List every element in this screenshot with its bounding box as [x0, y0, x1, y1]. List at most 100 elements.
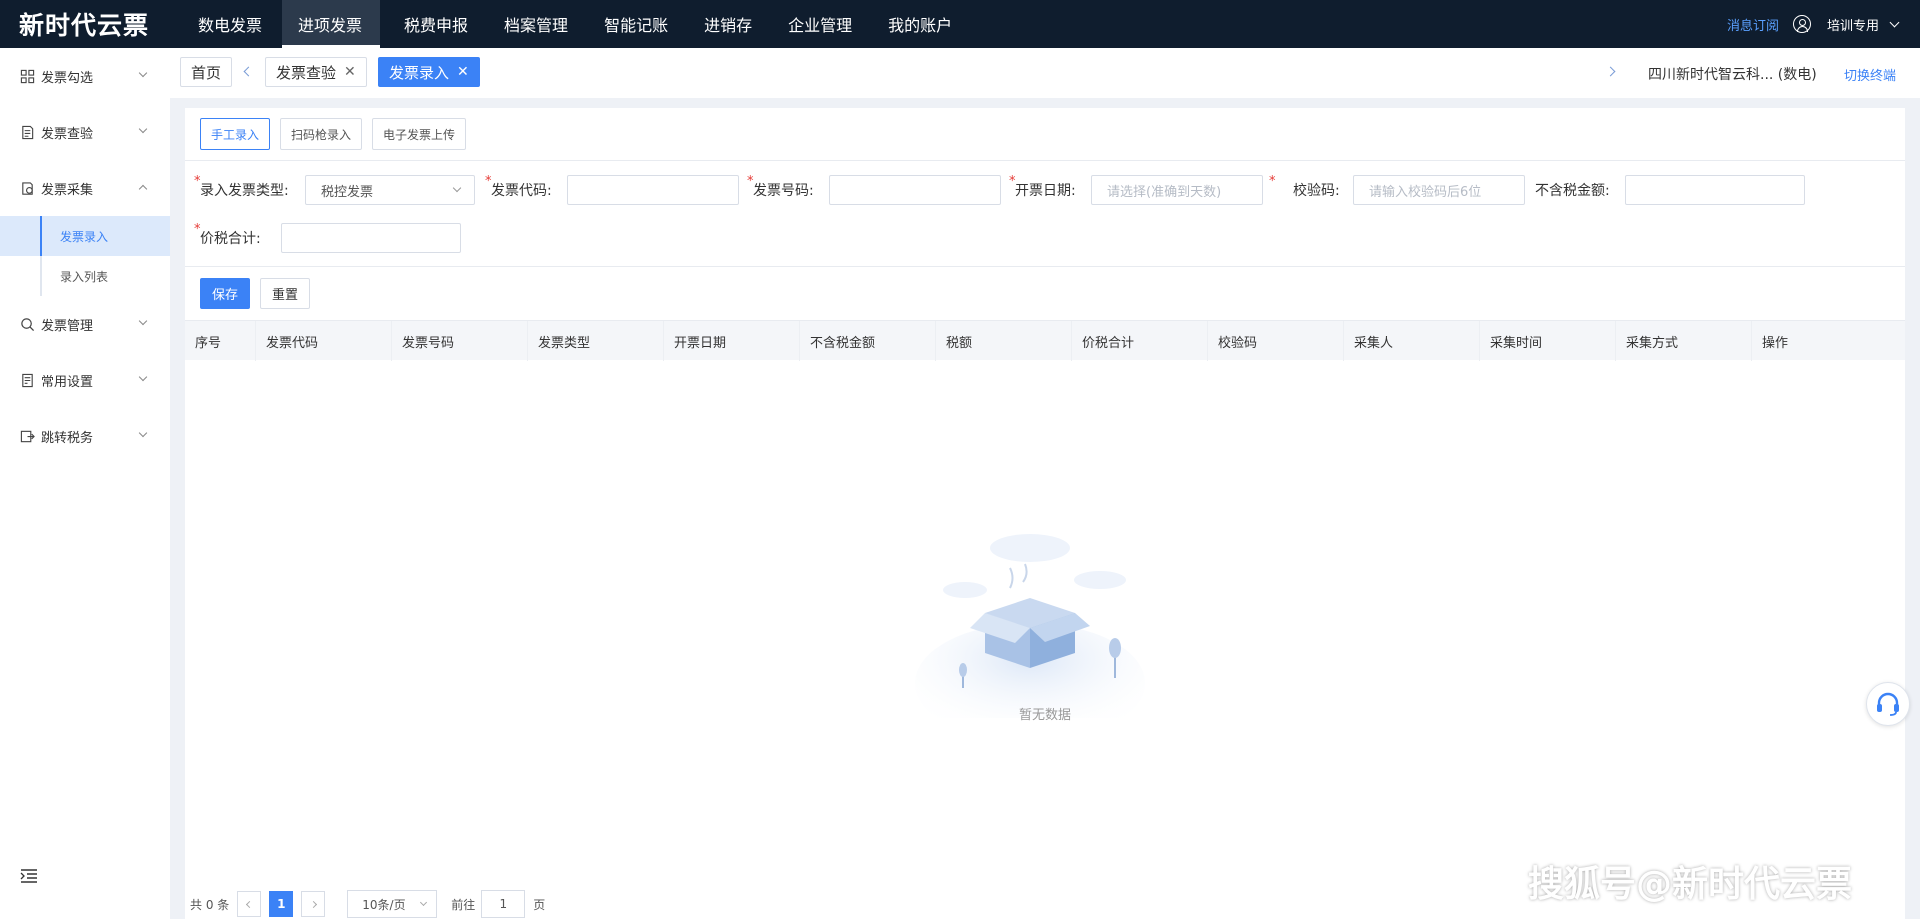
- sidebar-item-label: 发票采集: [41, 182, 94, 198]
- switch-terminal-link[interactable]: 切换终端: [1844, 65, 1896, 84]
- e-invoice-upload-button[interactable]: 电子发票上传: [372, 118, 467, 150]
- scanner-entry-button[interactable]: 扫码枪录入: [280, 118, 363, 150]
- chevron-down-icon[interactable]: [1889, 17, 1900, 27]
- tabs-bar: 首页 发票查验 ✕ 发票录入 ✕ 四川新时代智云科... (数电) 切换终端: [170, 48, 1920, 98]
- collapse-menu-icon[interactable]: [20, 869, 38, 883]
- chevron-down-icon: [138, 316, 148, 326]
- sidebar: 发票勾选 发票查验 发票采集 发票录入 录入列表 发票管理 常用设置 跳转税务: [0, 48, 170, 919]
- document-check-icon: [22, 125, 34, 139]
- col-header-actions: 操作: [1751, 321, 1905, 361]
- manual-entry-button[interactable]: 手工录入: [200, 118, 271, 150]
- goto-suffix: 页: [533, 897, 546, 912]
- nav-my-account[interactable]: 我的账户: [876, 0, 964, 48]
- prev-page-button[interactable]: [237, 891, 262, 917]
- empty-state-text: 暂无数据: [1018, 708, 1071, 723]
- user-name[interactable]: 培训专用: [1827, 15, 1879, 34]
- check-code-input[interactable]: 请输入校验码后6位: [1353, 175, 1525, 205]
- chevron-down-icon: [138, 68, 148, 78]
- col-header-date: 开票日期: [663, 321, 799, 361]
- col-header-number: 发票号码: [391, 321, 527, 361]
- tab-label: 发票录入: [389, 63, 450, 82]
- chevron-up-icon: [138, 184, 148, 194]
- tab-scroll-right-icon[interactable]: [1605, 66, 1616, 77]
- col-header-collect-method: 采集方式: [1615, 321, 1751, 361]
- invoice-code-input[interactable]: [567, 175, 739, 205]
- table-header: 序号 发票代码 发票号码 发票类型 开票日期 不含税金额 税额 价税合计 校验码…: [185, 320, 1905, 361]
- sidebar-item-common-settings[interactable]: 常用设置: [0, 352, 170, 408]
- sidebar-subitem-invoice-entry[interactable]: 发票录入: [0, 216, 170, 256]
- col-header-collector: 采集人: [1343, 321, 1479, 361]
- chevron-left-icon: [245, 900, 253, 908]
- col-header-tax: 税额: [935, 321, 1071, 361]
- invoice-number-input[interactable]: [829, 175, 1001, 205]
- close-icon[interactable]: ✕: [344, 64, 356, 80]
- sidebar-item-label: 发票查验: [41, 126, 94, 142]
- invoice-date-label: * 开票日期:: [1009, 174, 1076, 199]
- sidebar-item-invoice-verify[interactable]: 发票查验: [0, 104, 170, 160]
- next-page-button[interactable]: [301, 891, 326, 917]
- tab-invoice-entry[interactable]: 发票录入 ✕: [378, 57, 480, 87]
- chevron-down-icon: [452, 183, 462, 193]
- goto-page-input[interactable]: 1: [481, 890, 526, 918]
- chevron-down-icon: [138, 372, 148, 382]
- col-header-collect-time: 采集时间: [1479, 321, 1615, 361]
- total-amount-input[interactable]: [281, 223, 461, 253]
- empty-box-illustration: [915, 534, 1145, 718]
- sidebar-item-invoice-manage[interactable]: 发票管理: [0, 296, 170, 352]
- tab-label: 发票查验: [276, 63, 337, 82]
- tab-invoice-verify[interactable]: 发票查验 ✕: [265, 57, 367, 87]
- close-icon[interactable]: ✕: [457, 64, 469, 80]
- total-amount-label: * 价税合计:: [194, 222, 261, 247]
- nav-enterprise[interactable]: 企业管理: [776, 0, 864, 48]
- col-header-amount: 不含税金额: [799, 321, 935, 361]
- message-subscribe-link[interactable]: 消息订阅: [1727, 15, 1779, 34]
- nav-digital-invoice[interactable]: 数电发票: [186, 0, 274, 48]
- page-number-button[interactable]: 1: [269, 891, 294, 917]
- amount-excl-tax-label: 不含税金额:: [1535, 183, 1610, 199]
- save-button[interactable]: 保存: [200, 278, 250, 309]
- total-count: 共 0 条: [190, 897, 230, 912]
- sidebar-item-label: 常用设置: [41, 374, 94, 390]
- collect-icon: [22, 181, 33, 195]
- sidebar-item-jump-tax[interactable]: 跳转税务: [0, 408, 170, 464]
- col-header-code: 发票代码: [255, 321, 391, 361]
- invoice-number-label: * 发票号码:: [747, 174, 814, 199]
- nav-input-invoice[interactable]: 进项发票: [282, 0, 381, 48]
- main-panel: 手工录入 扫码枪录入 电子发票上传 * 录入发票类型: 税控发票 * 发票代码: *…: [185, 108, 1905, 919]
- jump-icon: [20, 430, 35, 442]
- col-header-index: 序号: [195, 335, 222, 351]
- sidebar-item-invoice-select[interactable]: 发票勾选: [0, 48, 170, 104]
- watermark-text: 搜狐号@新时代云票: [1528, 864, 1853, 905]
- sidebar-item-label: 发票管理: [41, 318, 94, 334]
- invoice-code-label: * 发票代码:: [485, 174, 552, 199]
- search-icon: [21, 317, 35, 331]
- grid-icon: [20, 69, 35, 83]
- sidebar-item-invoice-collect[interactable]: 发票采集: [0, 160, 170, 216]
- tab-scroll-left-icon[interactable]: [243, 66, 254, 77]
- customer-service-button[interactable]: [1866, 682, 1910, 726]
- page-size-select[interactable]: 10条/页: [347, 890, 438, 918]
- user-icon[interactable]: [1792, 15, 1811, 33]
- col-header-total: 价税合计: [1071, 321, 1207, 361]
- invoice-type-select[interactable]: 税控发票: [305, 175, 475, 205]
- nav-inventory[interactable]: 进销存: [692, 0, 764, 48]
- amount-excl-tax-input[interactable]: [1625, 175, 1805, 205]
- goto-prefix: 前往: [451, 897, 476, 912]
- nav-bookkeeping[interactable]: 智能记账: [592, 0, 680, 48]
- sidebar-item-label: 跳转税务: [41, 430, 94, 446]
- nav-tax-declaration[interactable]: 税费申报: [392, 0, 480, 48]
- company-name: 四川新时代智云科... (数电): [1648, 67, 1817, 83]
- invoice-date-picker[interactable]: 请选择(准确到天数): [1091, 175, 1263, 205]
- col-header-type: 发票类型: [527, 321, 663, 361]
- invoice-type-label: * 录入发票类型:: [194, 174, 289, 199]
- top-navbar: 新时代云票 数电发票 进项发票 税费申报 档案管理 智能记账 进销存 企业管理 …: [0, 0, 1920, 48]
- chevron-down-icon: [420, 898, 428, 907]
- nav-archive[interactable]: 档案管理: [492, 0, 580, 48]
- reset-button[interactable]: 重置: [260, 278, 310, 309]
- tab-home[interactable]: 首页: [180, 57, 233, 87]
- sidebar-subitem-entry-list[interactable]: 录入列表: [0, 256, 170, 296]
- chevron-right-icon: [309, 900, 317, 908]
- app-logo: 新时代云票: [19, 11, 150, 40]
- chevron-down-icon: [138, 124, 148, 134]
- tab-label: 首页: [191, 63, 222, 82]
